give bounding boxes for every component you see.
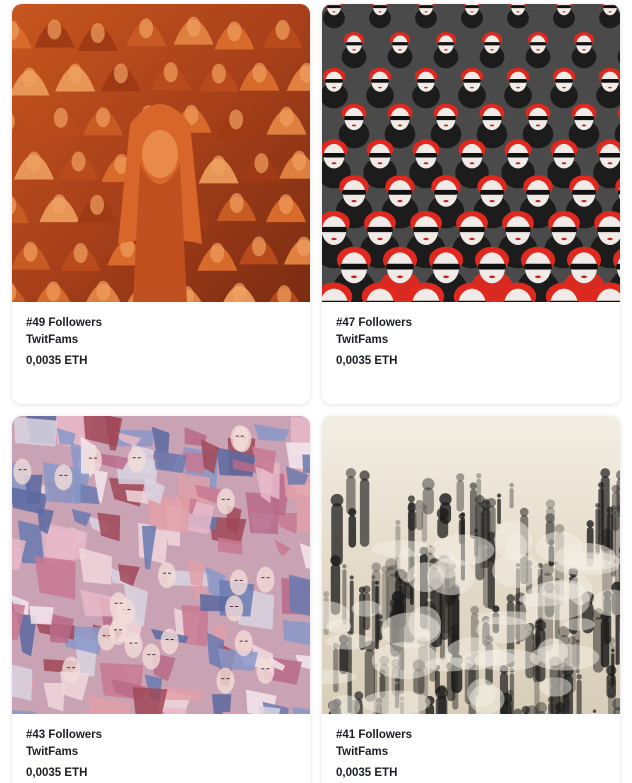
creator-name[interactable]: TwitFams [336,333,620,347]
creator-name[interactable]: TwitFams [26,333,310,347]
nft-title: #41 Followers [336,729,413,741]
nft-title: #43 Followers [26,729,103,741]
artwork-image[interactable] [322,4,620,302]
nft-price: 0,0035 ETH [26,355,88,367]
creator-name[interactable]: TwitFams [26,745,310,759]
nft-price: 0,0035 ETH [26,767,88,779]
nft-card[interactable]: #47 Followers TwitFams 0,0035 ETH [322,4,620,404]
nft-price: 0,0035 ETH [336,767,398,779]
nft-card-grid: #49 Followers TwitFams 0,0035 ETH #47 Fo… [0,0,632,783]
artwork-image[interactable] [322,416,620,714]
nft-price: 0,0035 ETH [336,355,398,367]
nft-card[interactable]: #49 Followers TwitFams 0,0035 ETH [12,4,310,404]
artwork-image[interactable] [12,416,310,714]
creator-name[interactable]: TwitFams [336,745,620,759]
nft-card[interactable]: #41 Followers TwitFams 0,0035 ETH [322,416,620,783]
nft-title: #47 Followers [336,317,413,329]
artwork-image[interactable] [12,4,310,302]
nft-card[interactable]: #43 Followers TwitFams 0,0035 ETH [12,416,310,783]
nft-title: #49 Followers [26,317,103,329]
